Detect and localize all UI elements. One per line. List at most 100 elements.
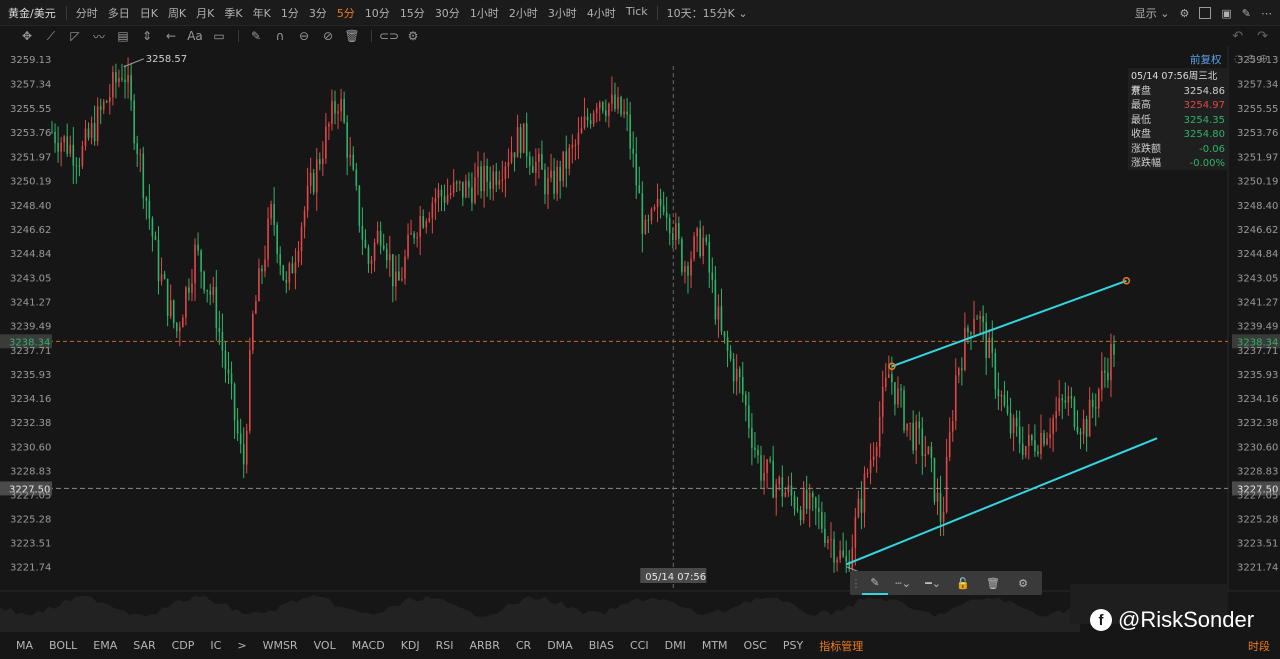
- indicator-19[interactable]: OSC: [736, 639, 775, 652]
- price-chart[interactable]: 3238.343238.343227.503227.5005/14 07:560…: [0, 46, 1280, 636]
- crosshair-move-icon[interactable]: ✥: [16, 27, 38, 45]
- settings-icon[interactable]: ⚙: [1008, 571, 1038, 595]
- indicator-4[interactable]: CDP: [164, 639, 203, 652]
- timeframe-6[interactable]: 年K: [248, 5, 276, 21]
- adjust-mode[interactable]: 前复权: [1190, 52, 1222, 67]
- lock-icon[interactable]: ⊖: [293, 27, 315, 45]
- indicator-5[interactable]: IC: [202, 639, 229, 652]
- fib-tool-icon[interactable]: ▤: [112, 27, 134, 45]
- text-tool-icon[interactable]: Aa: [184, 27, 206, 45]
- indicator-0[interactable]: MA: [8, 639, 41, 652]
- link-icon[interactable]: ⊂⊃: [378, 27, 400, 45]
- indicator-14[interactable]: DMA: [539, 639, 581, 652]
- candle-body: [318, 159, 321, 165]
- timeframe-12[interactable]: 30分: [430, 5, 465, 21]
- range-selector[interactable]: 10天：15分K ⌄: [662, 5, 753, 21]
- candle-body: [434, 197, 437, 204]
- candle-body: [647, 219, 650, 221]
- candle-body: [1070, 396, 1073, 399]
- timeframe-13[interactable]: 1小时: [465, 5, 504, 21]
- timeframe-9[interactable]: 5分: [332, 5, 360, 21]
- candle-body: [337, 111, 339, 114]
- edit-icon[interactable]: ✎: [1242, 7, 1251, 20]
- line-color-icon[interactable]: ✎: [862, 571, 888, 595]
- camera-icon[interactable]: ▣: [1221, 7, 1231, 20]
- indicator-3[interactable]: SAR: [125, 639, 163, 652]
- indicator-1[interactable]: BOLL: [41, 639, 85, 652]
- reset-icon[interactable]: ◌: [1234, 52, 1247, 65]
- trash-icon[interactable]: 🗑: [341, 27, 363, 45]
- indicator-6[interactable]: >: [229, 639, 254, 652]
- session-button[interactable]: 时段: [1248, 638, 1270, 654]
- drag-handle-icon[interactable]: ⋮: [850, 571, 862, 595]
- indicator-7[interactable]: WMSR: [255, 639, 306, 652]
- indicator-9[interactable]: MACD: [344, 639, 393, 652]
- timeframe-14[interactable]: 2小时: [504, 5, 543, 21]
- redo-icon[interactable]: ↷: [1257, 29, 1268, 44]
- timeframe-2[interactable]: 日K: [135, 5, 163, 21]
- hide-icon[interactable]: ⊘: [317, 27, 339, 45]
- line-style-selector[interactable]: ┄⌄: [888, 571, 918, 595]
- zoom-in-icon[interactable]: ⊕: [1259, 52, 1271, 65]
- indicator-13[interactable]: CR: [508, 639, 539, 652]
- candle-body: [1027, 435, 1030, 447]
- timeframe-11[interactable]: 15分: [395, 5, 430, 21]
- checkbox-icon[interactable]: [1199, 7, 1212, 19]
- magnet-icon[interactable]: ∩: [269, 27, 291, 45]
- indicator-manager-button[interactable]: 指标管理: [811, 638, 871, 654]
- timeframe-8[interactable]: 3分: [304, 5, 332, 21]
- timeframe-3[interactable]: 周K: [163, 5, 191, 21]
- candle-body: [924, 454, 927, 456]
- candle-body: [805, 489, 808, 509]
- comment-tool-icon[interactable]: ▭: [208, 27, 230, 45]
- more-icon[interactable]: ⋯: [1261, 7, 1272, 20]
- timeframe-1[interactable]: 多日: [103, 5, 135, 21]
- candle-body: [185, 287, 187, 318]
- indicator-16[interactable]: CCI: [622, 639, 657, 652]
- top-right-tools: 显示 ⌄ ⚙ ▣ ✎ ⋯: [1135, 0, 1272, 26]
- candle-body: [732, 358, 735, 382]
- info-value: 3254.86: [1183, 85, 1225, 97]
- candle-body: [431, 203, 434, 218]
- timeframe-10[interactable]: 10分: [360, 5, 395, 21]
- delete-icon[interactable]: 🗑: [978, 571, 1008, 595]
- wave-tool-icon[interactable]: 〰: [88, 27, 110, 45]
- timeframe-17[interactable]: Tick: [621, 5, 653, 21]
- indicator-17[interactable]: DMI: [657, 639, 694, 652]
- zoom-out-icon[interactable]: ⊖: [1247, 52, 1259, 65]
- indicator-8[interactable]: VOL: [306, 639, 344, 652]
- timeframe-5[interactable]: 季K: [219, 5, 247, 21]
- candle-body: [489, 181, 491, 189]
- symbol-selector[interactable]: 黄金/美元: [0, 5, 62, 21]
- candle-body: [364, 239, 367, 248]
- candle-body: [179, 327, 181, 332]
- indicator-15[interactable]: BIAS: [581, 639, 622, 652]
- indicator-12[interactable]: ARBR: [462, 639, 508, 652]
- line-tool-icon[interactable]: ⟋: [40, 27, 62, 45]
- lock-icon[interactable]: 🔓: [948, 571, 978, 595]
- indicator-20[interactable]: PSY: [775, 639, 811, 652]
- timeframe-16[interactable]: 4小时: [582, 5, 621, 21]
- candle-body: [471, 187, 473, 203]
- timeframe-7[interactable]: 1分: [276, 5, 304, 21]
- undo-icon[interactable]: ↶: [1232, 29, 1243, 44]
- candle-body: [334, 101, 336, 114]
- indicator-18[interactable]: MTM: [694, 639, 736, 652]
- pencil-icon[interactable]: ✎: [245, 27, 267, 45]
- line-width-selector[interactable]: ━⌄: [918, 571, 948, 595]
- arrow-tool-icon[interactable]: ←: [160, 27, 182, 45]
- indicator-10[interactable]: KDJ: [393, 639, 428, 652]
- candle-body: [976, 318, 978, 320]
- ohlc-info-panel: 05/14 07:56周三北京 开盘 3254.86 最高 3254.97 最低 3254…: [1128, 68, 1228, 170]
- measure-tool-icon[interactable]: ⇕: [136, 27, 158, 45]
- trend-tool-icon[interactable]: ◸: [64, 27, 86, 45]
- indicator-2[interactable]: EMA: [85, 639, 125, 652]
- timeframe-4[interactable]: 月K: [191, 5, 219, 21]
- display-menu[interactable]: 显示 ⌄: [1135, 5, 1170, 21]
- timeframe-0[interactable]: 分时: [71, 5, 103, 21]
- settings-icon[interactable]: ⚙: [402, 27, 424, 45]
- candle-body: [1107, 372, 1109, 381]
- timeframe-15[interactable]: 3小时: [543, 5, 582, 21]
- indicator-11[interactable]: RSI: [428, 639, 462, 652]
- settings-icon[interactable]: ⚙: [1180, 7, 1190, 20]
